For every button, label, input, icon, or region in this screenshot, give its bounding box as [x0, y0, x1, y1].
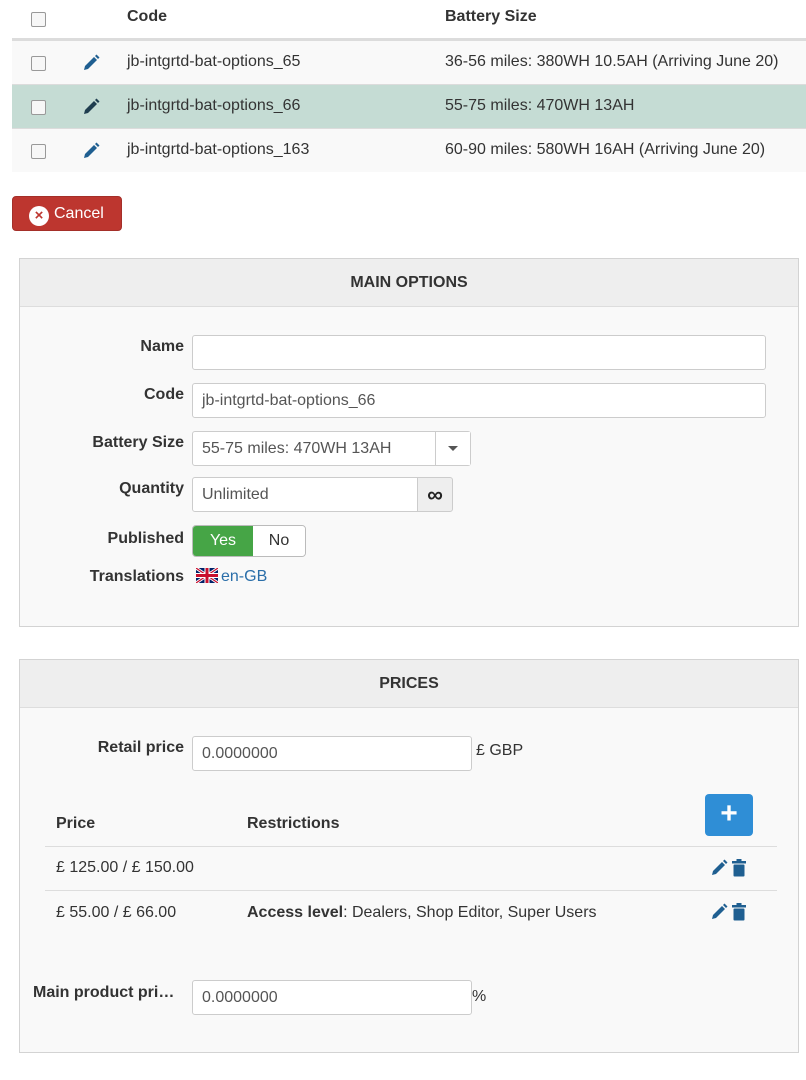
variant-battery-size: 55-75 miles: 470WH 13AH [445, 97, 635, 114]
trash-icon[interactable] [731, 859, 747, 877]
table-row[interactable]: jb-intgrtd-bat-options_65 36-56 miles: 3… [12, 40, 806, 84]
column-header-battery-size[interactable]: Battery Size [445, 8, 537, 26]
add-price-button[interactable]: + [705, 794, 753, 836]
caret-down-icon [448, 446, 458, 451]
name-field[interactable] [192, 335, 766, 370]
variant-battery-size: 60-90 miles: 580WH 16AH (Arriving June 2… [445, 141, 766, 158]
retail-price-label: Retail price [97, 739, 184, 756]
variant-code: jb-intgrtd-bat-options_66 [127, 97, 301, 114]
prices-panel: PRICES Retail price 0.0000000 £ GBP Pric… [19, 659, 799, 1053]
name-label: Name [140, 338, 184, 355]
variant-code: jb-intgrtd-bat-options_163 [127, 141, 310, 158]
column-header-price: Price [56, 815, 96, 832]
price-value: £ 125.00 / £ 150.00 [56, 859, 194, 876]
pencil-icon[interactable] [710, 859, 728, 877]
translations-label: Translations [89, 568, 184, 585]
battery-size-select[interactable]: 55-75 miles: 470WH 13AH [192, 431, 471, 466]
published-yes-button[interactable]: Yes [193, 526, 253, 556]
row-actions [710, 859, 750, 879]
code-field[interactable]: jb-intgrtd-bat-options_66 [192, 383, 766, 418]
pencil-icon[interactable] [710, 903, 728, 921]
restriction-text: Access level: Dealers, Shop Editor, Supe… [247, 904, 597, 922]
retail-price-field[interactable]: 0.0000000 [192, 736, 472, 771]
main-product-price-label: Main product pri… [33, 984, 175, 1001]
translation-link-en-gb[interactable]: en-GB [221, 568, 267, 586]
published-no-button[interactable]: No [253, 526, 305, 556]
column-header-code[interactable]: Code [127, 8, 167, 26]
variant-battery-size: 36-56 miles: 380WH 10.5AH (Arriving June… [445, 53, 779, 70]
row-checkbox[interactable] [31, 56, 46, 71]
row-checkbox[interactable] [31, 144, 46, 159]
trash-icon[interactable] [731, 903, 747, 921]
uk-flag-icon [196, 568, 218, 583]
price-value: £ 55.00 / £ 66.00 [56, 904, 177, 921]
variant-code: jb-intgrtd-bat-options_65 [127, 53, 301, 70]
variants-table: Code Battery Size jb-intgrtd-bat-options… [12, 0, 806, 172]
cancel-button[interactable]: × Cancel [12, 196, 122, 231]
main-options-title: MAIN OPTIONS [20, 259, 798, 307]
table-header-row: Code Battery Size [12, 0, 806, 40]
main-product-price-unit: % [472, 988, 487, 1005]
code-label: Code [144, 386, 184, 403]
cancel-button-label: Cancel [54, 205, 104, 222]
restriction-label: Access level [247, 904, 344, 921]
pencil-icon[interactable] [82, 54, 100, 72]
prices-title: PRICES [20, 660, 798, 708]
main-product-price-field[interactable]: 0.0000000 [192, 980, 472, 1015]
infinity-icon[interactable]: ∞ [417, 477, 453, 512]
select-all-checkbox[interactable] [31, 12, 46, 27]
restriction-value: : Dealers, Shop Editor, Super Users [343, 904, 597, 921]
pencil-icon[interactable] [82, 98, 100, 116]
retail-price-currency: £ GBP [476, 742, 524, 759]
published-label: Published [107, 530, 184, 547]
quantity-field[interactable]: Unlimited [192, 477, 418, 512]
circle-x-icon: × [29, 206, 49, 226]
row-actions [710, 903, 750, 923]
divider [45, 890, 777, 891]
main-options-panel: MAIN OPTIONS Name Code jb-intgrtd-bat-op… [19, 258, 799, 627]
published-toggle: Yes No [192, 525, 306, 557]
divider [45, 846, 777, 847]
table-row[interactable]: jb-intgrtd-bat-options_66 55-75 miles: 4… [12, 84, 806, 128]
pencil-icon[interactable] [82, 142, 100, 160]
row-checkbox[interactable] [31, 100, 46, 115]
battery-size-label: Battery Size [92, 434, 184, 451]
quantity-label: Quantity [119, 480, 184, 497]
battery-size-dropdown-toggle[interactable] [435, 432, 470, 465]
column-header-restrictions: Restrictions [247, 815, 340, 832]
table-row[interactable]: jb-intgrtd-bat-options_163 60-90 miles: … [12, 128, 806, 172]
